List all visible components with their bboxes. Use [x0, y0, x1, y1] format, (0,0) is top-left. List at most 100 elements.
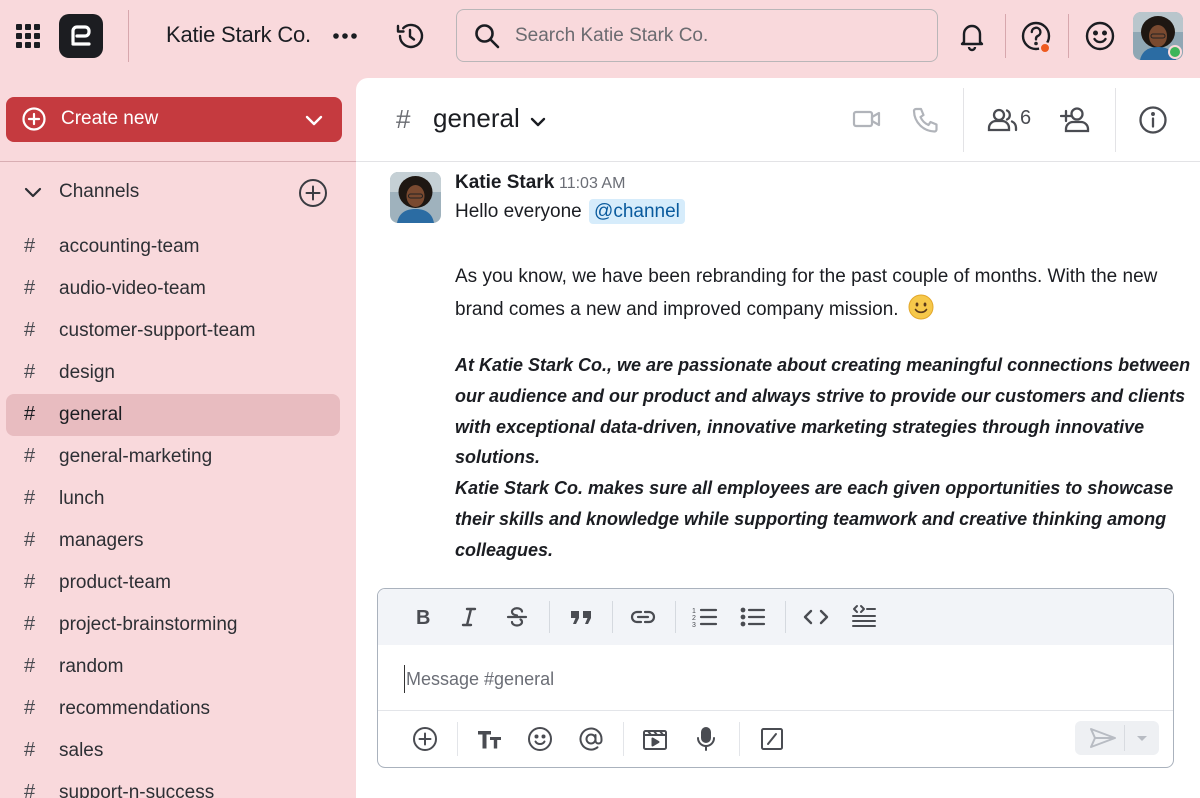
quote-icon[interactable]	[565, 601, 597, 633]
video-call-icon[interactable]	[852, 105, 882, 133]
divider	[378, 710, 1173, 711]
sidebar-item-channel[interactable]: # general-marketing	[6, 436, 340, 478]
message-author-avatar[interactable]	[390, 172, 441, 223]
message-mission-statement: At Katie Stark Co., we are passionate ab…	[455, 350, 1195, 566]
microphone-icon[interactable]	[690, 723, 722, 755]
add-icon[interactable]	[409, 723, 441, 755]
smiley-status-icon[interactable]	[1083, 19, 1117, 53]
svg-text:3: 3	[692, 622, 696, 629]
chevron-down-icon	[24, 187, 42, 198]
message-greeting: Hello everyone	[455, 201, 582, 222]
channel-name: project-brainstorming	[59, 614, 238, 635]
formatting-toolbar: B 1 2 3	[378, 589, 1173, 645]
sidebar-item-channel[interactable]: # support-n-success	[6, 772, 340, 798]
message-paragraph: As you know, we have been rebranding for…	[455, 260, 1180, 326]
chevron-down-icon	[305, 115, 323, 126]
message-greeting-line: Hello everyone @channel	[455, 199, 685, 224]
send-button-group	[1075, 721, 1159, 755]
slash-command-icon[interactable]	[756, 723, 788, 755]
online-status-indicator	[1168, 45, 1182, 59]
channel-name: lunch	[59, 488, 105, 509]
divider	[128, 10, 129, 62]
numbered-list-icon[interactable]: 1 2 3	[689, 601, 721, 633]
bold-icon[interactable]: B	[407, 601, 439, 633]
send-icon[interactable]	[1085, 724, 1121, 752]
link-icon[interactable]	[627, 601, 659, 633]
smiling-face-emoji-icon	[908, 294, 934, 320]
sidebar-item-channel[interactable]: # random	[6, 646, 340, 688]
hash-icon: #	[24, 571, 36, 593]
hash-icon: #	[24, 487, 36, 509]
room-title[interactable]: general	[433, 103, 520, 134]
channel-main-panel: # general 6 Katie Stark 11:03 AM Hello e…	[356, 78, 1200, 798]
members-icon[interactable]	[987, 106, 1019, 134]
svg-text:B: B	[416, 607, 430, 628]
chevron-down-icon[interactable]	[528, 112, 548, 132]
add-member-icon[interactable]	[1060, 105, 1094, 135]
sidebar-item-channel[interactable]: # managers	[6, 520, 340, 562]
svg-text:1: 1	[692, 608, 696, 615]
sidebar-item-channel[interactable]: # project-brainstorming	[6, 604, 340, 646]
divider	[1115, 88, 1116, 152]
channel-name: general	[59, 404, 123, 425]
channel-name: product-team	[59, 572, 171, 593]
channels-section-label: Channels	[59, 181, 140, 202]
sidebar-item-channel[interactable]: # general	[6, 394, 340, 436]
divider	[549, 601, 550, 633]
sidebar-item-channel[interactable]: # customer-support-team	[6, 310, 340, 352]
sidebar-item-channel[interactable]: # accounting-team	[6, 226, 340, 268]
italic-icon[interactable]	[453, 601, 485, 633]
divider	[785, 601, 786, 633]
hash-icon: #	[24, 445, 36, 467]
hash-icon: #	[24, 403, 36, 425]
info-icon[interactable]	[1138, 105, 1168, 135]
sidebar-item-channel[interactable]: # product-team	[6, 562, 340, 604]
phone-call-icon[interactable]	[911, 105, 941, 135]
code-block-icon[interactable]	[848, 601, 880, 633]
code-icon[interactable]	[800, 601, 832, 633]
bell-icon[interactable]	[955, 19, 989, 53]
divider	[0, 161, 356, 162]
channel-name: managers	[59, 530, 144, 551]
mention-tag[interactable]: @channel	[589, 199, 685, 224]
divider	[675, 601, 676, 633]
channel-name: accounting-team	[59, 236, 200, 257]
channel-name: design	[59, 362, 115, 383]
app-logo[interactable]	[59, 14, 103, 58]
sidebar-item-channel[interactable]: # audio-video-team	[6, 268, 340, 310]
divider	[963, 88, 964, 152]
mention-icon[interactable]	[575, 723, 607, 755]
sidebar-item-channel[interactable]: # sales	[6, 730, 340, 772]
channel-name: support-n-success	[59, 782, 215, 798]
channel-name: general-marketing	[59, 446, 213, 467]
text-format-icon[interactable]	[474, 723, 506, 755]
channel-name: audio-video-team	[59, 278, 206, 299]
sidebar-item-channel[interactable]: # design	[6, 352, 340, 394]
create-new-button[interactable]: Create new	[6, 97, 342, 142]
add-channel-icon[interactable]	[298, 178, 328, 208]
bullet-list-icon[interactable]	[737, 601, 769, 633]
hash-icon: #	[24, 781, 36, 798]
emoji-icon[interactable]	[524, 723, 556, 755]
video-message-icon[interactable]	[639, 723, 671, 755]
hash-icon: #	[24, 655, 36, 677]
message-author[interactable]: Katie Stark	[455, 172, 554, 194]
hash-icon: #	[24, 529, 36, 551]
sidebar-item-channel[interactable]: # recommendations	[6, 688, 340, 730]
sidebar-item-channel[interactable]: # lunch	[6, 478, 340, 520]
search-bar[interactable]	[456, 9, 938, 62]
members-count[interactable]: 6	[1020, 107, 1031, 130]
app-grid-icon[interactable]	[16, 24, 40, 48]
more-options-icon[interactable]	[332, 26, 358, 46]
send-options-chevron-icon[interactable]	[1129, 725, 1155, 751]
channels-section-toggle[interactable]: Channels	[22, 178, 332, 208]
divider	[739, 722, 740, 756]
history-icon[interactable]	[394, 20, 426, 52]
message-input[interactable]	[404, 665, 1104, 693]
search-input[interactable]	[515, 22, 915, 50]
workspace-name[interactable]: Katie Stark Co.	[166, 22, 311, 48]
strikethrough-icon[interactable]	[501, 601, 533, 633]
divider	[1068, 14, 1069, 58]
divider	[1005, 14, 1006, 58]
hash-icon: #	[24, 319, 36, 341]
